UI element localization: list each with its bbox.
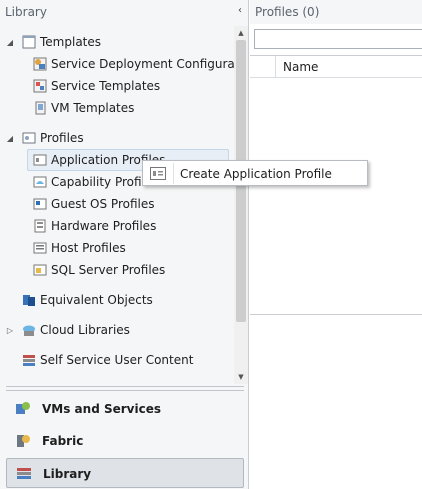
- expand-arrow-icon[interactable]: ◢: [5, 38, 15, 47]
- create-profile-icon: [150, 167, 166, 180]
- capability-profile-icon: [33, 176, 47, 188]
- workspace-fabric-button[interactable]: Fabric: [6, 426, 244, 456]
- profiles-folder-icon: [22, 132, 36, 144]
- expand-arrow-icon[interactable]: ▷: [5, 326, 15, 335]
- vm-template-icon: [35, 101, 46, 115]
- tree-item-profiles[interactable]: ◢ Profiles: [0, 127, 234, 149]
- tree-label: Hardware Profiles: [51, 219, 157, 233]
- pane-title: Library: [5, 5, 47, 19]
- equivalent-objects-icon: [23, 295, 35, 306]
- service-template-icon: [33, 79, 47, 93]
- tree-label: SQL Server Profiles: [51, 263, 166, 277]
- tree-item-host-profiles[interactable]: Host Profiles: [0, 237, 234, 259]
- pane-header: Library: [0, 0, 249, 24]
- workspace-vms-and-services-button[interactable]: VMs and Services: [6, 394, 244, 424]
- tree-item-service-templates[interactable]: Service Templates: [0, 75, 234, 97]
- grid-header: Name: [250, 56, 422, 78]
- workspace-splitter[interactable]: [6, 386, 244, 391]
- tree-label: Host Profiles: [51, 241, 126, 255]
- select-column-header[interactable]: [250, 56, 276, 78]
- application-profile-icon: [33, 154, 47, 166]
- self-service-content-icon: [23, 355, 35, 366]
- tree-label: Templates: [40, 35, 102, 49]
- host-profile-icon: [33, 242, 47, 254]
- vms-services-icon: [16, 402, 30, 414]
- tree-item-hardware-profiles[interactable]: Hardware Profiles: [0, 215, 234, 237]
- tree-item-sql-server-profiles[interactable]: SQL Server Profiles: [0, 259, 234, 281]
- context-menu: Create Application Profile: [142, 160, 368, 186]
- fabric-icon: [17, 435, 30, 447]
- tree-scrollbar[interactable]: ▲ ▼: [234, 26, 248, 384]
- create-application-profile-menu-item[interactable]: Create Application Profile: [180, 167, 332, 181]
- filter-input[interactable]: [254, 29, 422, 49]
- tree-label: Equivalent Objects: [40, 293, 153, 307]
- library-tree: ◢ Templates Service Deployment Configura…: [0, 26, 234, 382]
- tree-label: Cloud Libraries: [40, 323, 130, 337]
- tree-item-templates[interactable]: ◢ Templates: [0, 31, 234, 53]
- column-header-name[interactable]: Name: [283, 60, 318, 74]
- tree-label: Profiles: [40, 131, 84, 145]
- expand-arrow-icon[interactable]: ◢: [5, 134, 15, 143]
- cloud-library-icon: [23, 325, 35, 336]
- library-icon: [17, 468, 31, 479]
- hardware-profile-icon: [34, 219, 46, 233]
- scroll-up-icon[interactable]: ▲: [234, 26, 248, 40]
- tree-label: Guest OS Profiles: [51, 197, 155, 211]
- tree-item-cloud-libraries[interactable]: ▷ Cloud Libraries: [0, 319, 234, 341]
- workspace-label: VMs and Services: [42, 402, 161, 416]
- workspace-library-button[interactable]: Library: [6, 458, 244, 488]
- collapse-pane-icon[interactable]: ‹: [238, 5, 242, 16]
- tree-item-self-service-user-content[interactable]: Self Service User Content: [0, 349, 234, 371]
- tree-label: Self Service User Content: [40, 353, 194, 367]
- navigation-pane: Library ‹ ◢ Templates Service Deployment…: [0, 0, 249, 489]
- tree-item-vm-templates[interactable]: VM Templates: [0, 97, 234, 119]
- content-pane: Profiles (0) Name: [250, 0, 422, 489]
- tree-item-service-deployment-configurations[interactable]: Service Deployment Configuratio: [0, 53, 234, 75]
- scroll-down-icon[interactable]: ▼: [234, 370, 248, 384]
- tree-label: Service Deployment Configuratio: [51, 57, 234, 71]
- guest-os-profile-icon: [33, 198, 47, 210]
- service-deployment-icon: [33, 57, 47, 71]
- content-title: Profiles (0): [255, 5, 320, 19]
- content-header: Profiles (0): [250, 0, 422, 24]
- templates-folder-icon: [22, 35, 36, 49]
- tree-item-equivalent-objects[interactable]: Equivalent Objects: [0, 289, 234, 311]
- tree-label: Service Templates: [51, 79, 161, 93]
- sql-server-profile-icon: [33, 264, 47, 276]
- tree-item-guest-os-profiles[interactable]: Guest OS Profiles: [0, 193, 234, 215]
- tree-label: VM Templates: [51, 101, 135, 115]
- workspace-label: Fabric: [42, 434, 84, 448]
- menu-separator: [173, 163, 174, 184]
- workspace-label: Library: [43, 467, 92, 481]
